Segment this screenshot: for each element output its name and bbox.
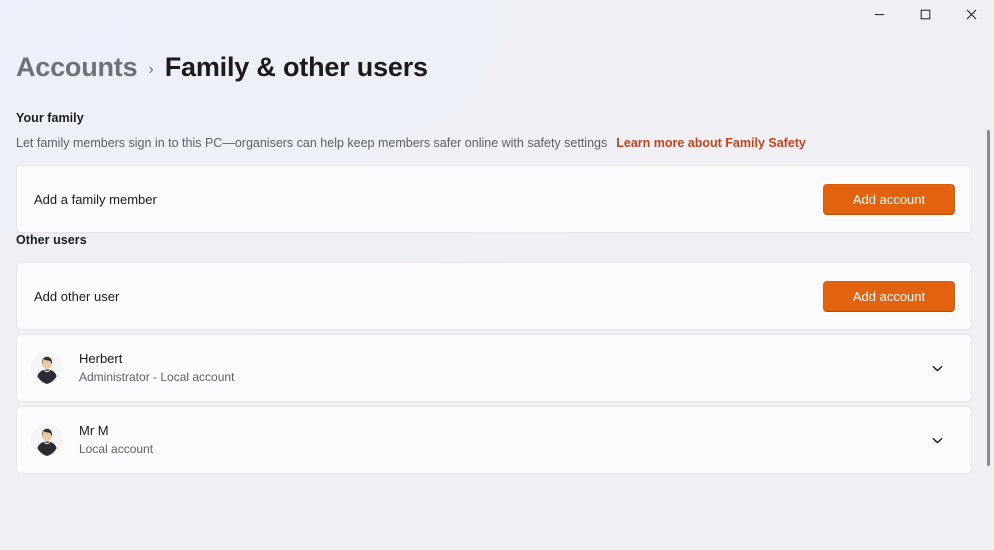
settings-window: Accounts › Family & other users Your fam… (0, 0, 994, 550)
add-family-member-label: Add a family member (34, 192, 823, 207)
user-row[interactable]: Herbert Administrator - Local account (31, 350, 955, 386)
avatar (31, 352, 63, 384)
minimize-button[interactable] (856, 0, 902, 28)
close-button[interactable] (948, 0, 994, 28)
user-account-type: Administrator - Local account (79, 369, 923, 386)
breadcrumb-separator-icon: › (148, 61, 153, 79)
user-info: Mr M Local account (79, 422, 923, 458)
other-users-list: Add other user Add account (16, 262, 972, 474)
minimize-icon (874, 9, 885, 20)
section-title-other-users: Other users (16, 233, 972, 247)
your-family-description-text: Let family members sign in to this PC—or… (16, 136, 607, 150)
user-card-mr-m[interactable]: Mr M Local account (16, 406, 972, 474)
add-other-user-card: Add other user Add account (16, 262, 972, 330)
maximize-icon (920, 9, 931, 20)
user-name: Mr M (79, 422, 923, 440)
settings-content: Your family Let family members sign in t… (0, 100, 994, 550)
breadcrumb: Accounts › Family & other users (16, 52, 428, 83)
add-family-member-card-wrapper: Add a family member Add account (16, 165, 972, 233)
avatar (31, 424, 63, 456)
user-account-type: Local account (79, 441, 923, 458)
add-family-member-card: Add a family member Add account (16, 165, 972, 233)
add-account-family-button[interactable]: Add account (823, 184, 955, 215)
add-account-other-button[interactable]: Add account (823, 281, 955, 312)
scrollbar-thumb[interactable] (987, 130, 990, 466)
chevron-down-icon[interactable] (923, 354, 951, 382)
learn-more-family-safety-link[interactable]: Learn more about Family Safety (616, 136, 806, 150)
section-title-your-family: Your family (16, 111, 972, 125)
close-icon (966, 9, 977, 20)
user-card-herbert[interactable]: Herbert Administrator - Local account (16, 334, 972, 402)
vertical-scrollbar[interactable] (980, 28, 994, 550)
user-row[interactable]: Mr M Local account (31, 422, 955, 458)
maximize-button[interactable] (902, 0, 948, 28)
title-bar (0, 0, 994, 28)
user-name: Herbert (79, 350, 923, 368)
user-info: Herbert Administrator - Local account (79, 350, 923, 386)
add-other-user-label: Add other user (34, 289, 823, 304)
chevron-down-icon[interactable] (923, 426, 951, 454)
your-family-description: Let family members sign in to this PC—or… (16, 136, 972, 150)
breadcrumb-parent-accounts[interactable]: Accounts (16, 52, 137, 83)
page-title: Family & other users (165, 52, 428, 83)
